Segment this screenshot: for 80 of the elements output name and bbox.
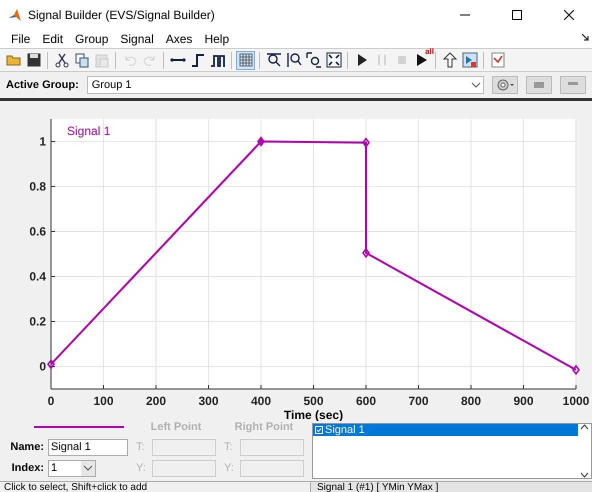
fit-icon [326,52,342,68]
zoom-x-icon [266,52,282,68]
signal-list-item[interactable]: Signal 1 [313,424,578,436]
y-label: Y: [224,462,235,474]
x-tick-label: 600 [356,394,376,408]
data-point[interactable] [362,137,370,148]
y-tick-label: 0.2 [29,314,46,328]
zoom-y-icon [286,52,302,68]
paste-icon [94,52,110,68]
t-label: T: [224,441,234,453]
x-tick-label: 200 [146,394,166,408]
zoom-box-icon [306,52,322,68]
legend-label: Signal 1 [67,124,110,138]
toolbar-button[interactable] [324,50,343,70]
bar-icon [568,82,578,88]
scissors-icon [54,52,70,68]
active-group-dropdown[interactable]: Group 1 [86,76,484,94]
x-tick-label: 700 [408,394,429,408]
t-label: T: [136,441,146,453]
point-heading: Left Point [150,421,202,435]
pulse-icon [210,52,226,68]
maximize-icon [512,10,522,20]
index-dropdown[interactable]: 1 [48,460,96,476]
data-point[interactable] [257,136,265,147]
y-field[interactable] [152,460,216,476]
x-tick-label: 300 [198,394,219,408]
x-tick-label: 900 [513,394,534,408]
menu-item[interactable]: File [6,31,36,47]
signal-list[interactable]: Signal 1 [312,423,592,479]
y-tick-label: 0.4 [29,270,46,284]
step-icon [190,52,206,68]
t-field[interactable] [152,438,216,456]
menu-item[interactable]: Axes [160,31,198,47]
status-signal-info: Signal 1 (#1) [ YMin YMax ] [310,482,592,492]
t-field[interactable] [240,438,304,456]
name-label: Name: [9,441,44,453]
close-icon [564,10,574,20]
y-field[interactable] [240,460,304,476]
window-title: Signal Builder (EVS/Signal Builder) [28,8,216,22]
checkbox[interactable] [315,426,323,434]
y-label: Y: [136,462,147,474]
name-field[interactable]: Signal 1 [48,438,128,456]
x-tick-label: 0 [48,394,54,408]
status-hint: Click to select, Shift+click to add [3,482,148,492]
x-tick-label: 400 [250,394,272,408]
menu-item[interactable]: Signal [115,31,159,47]
up-arrow-icon [442,52,458,68]
x-tick-label: 100 [93,394,114,408]
undock-arrow-icon[interactable] [582,34,589,41]
scroll-down-icon[interactable] [580,472,589,478]
menu-item[interactable]: Help [199,31,234,47]
checklist-icon [490,52,506,68]
chevron-down-icon [469,80,483,90]
data-point[interactable] [47,359,55,370]
point-heading: Right Point [234,421,294,435]
copy-icon [74,52,90,68]
app-logo-icon [8,8,22,22]
x-tick-label: 500 [303,394,324,408]
toolbar-button[interactable] [236,50,255,70]
menu-item[interactable]: Group [70,31,114,47]
gear-icon [496,79,514,91]
index-label: Index: [10,462,44,474]
y-tick-label: 0.6 [29,224,46,238]
menu-item[interactable]: Edit [37,31,68,47]
y-tick-label: 0.8 [29,180,46,194]
data-point[interactable] [572,364,580,376]
bar-icon [534,82,544,88]
toolbar-button[interactable] [440,50,459,70]
gear-dropdown-button[interactable] [492,76,518,94]
y-tick-label: 1 [39,134,46,148]
scroll-up-icon[interactable] [580,424,589,430]
x-tick-label: 1000 [562,394,590,408]
toolbar-button[interactable] [304,50,323,70]
export-icon [462,52,478,68]
y-tick-label: 0 [39,360,46,374]
chevron-down-icon [83,465,93,471]
grid-icon [238,52,254,68]
x-tick-label: 800 [460,394,482,408]
data-point[interactable] [362,248,370,258]
active-group-label: Active Group: [6,79,79,91]
